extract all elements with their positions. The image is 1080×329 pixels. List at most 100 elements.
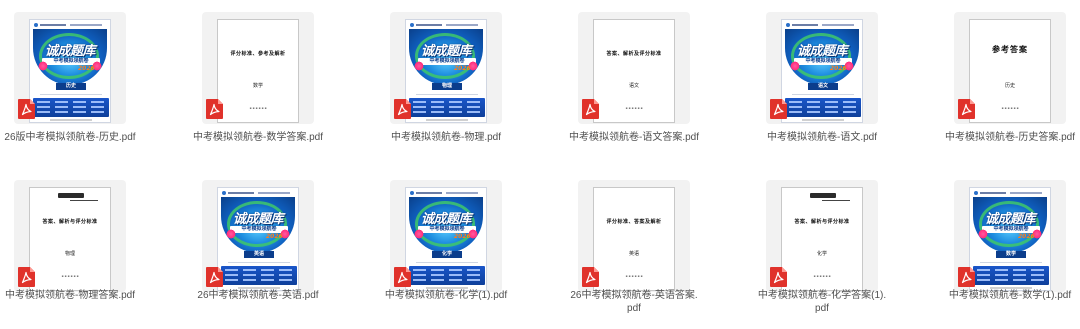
cover-year: 2026 [830, 65, 847, 72]
flower-decoration [38, 61, 48, 71]
answer-footer: ▪ ▪ ▪ ▪ ▪ ▪ [625, 106, 643, 110]
file-thumbnail[interactable]: 答案、解析与评分标准 物理 ▪ ▪ ▪ ▪ ▪ ▪ [14, 180, 126, 292]
cover-subject: 物理 [432, 83, 462, 90]
publisher-tagline [822, 200, 850, 201]
cover-divider [792, 94, 854, 95]
pdf-icon [206, 267, 223, 287]
answer-subject: 化学 [816, 251, 827, 257]
answer-subject: 历史 [1004, 83, 1015, 89]
pdf-icon [394, 267, 411, 287]
pdf-icon [582, 267, 599, 287]
file-thumbnail[interactable]: 诚成题库 中考模拟领航卷 2026 历史 [14, 12, 126, 124]
pdf-icon [206, 99, 223, 119]
pdf-icon [958, 99, 975, 119]
cover-brand: 诚成题库 [44, 44, 96, 59]
file-name[interactable]: 26中考模拟领航卷-英语.pdf [168, 289, 348, 302]
answer-footer: ▪ ▪ ▪ ▪ ▪ ▪ [249, 106, 267, 110]
cover-divider [980, 262, 1042, 263]
cover-feature-band [973, 266, 1049, 285]
file-thumbnail[interactable]: 诚成题库 中考模拟领航卷 2026 物理 [390, 12, 502, 124]
file-thumbnail[interactable]: 答案、解析及评分标准 语文 ▪ ▪ ▪ ▪ ▪ ▪ [578, 12, 690, 124]
cover-subject: 历史 [56, 83, 86, 90]
flower-decoration [790, 61, 800, 71]
document-preview: 评分标准、参考及解析 数学 ▪ ▪ ▪ ▪ ▪ ▪ [217, 19, 299, 123]
file-name[interactable]: 中考模拟领航卷-语文.pdf [732, 131, 912, 144]
document-preview: 答案、解析及评分标准 语文 ▪ ▪ ▪ ▪ ▪ ▪ [593, 19, 675, 123]
file-name[interactable]: 中考模拟领航卷-数学答案.pdf [168, 131, 348, 144]
file-name[interactable]: 26版中考模拟领航卷-历史.pdf [0, 131, 160, 144]
answer-footer: ▪ ▪ ▪ ▪ ▪ ▪ [1001, 106, 1019, 110]
document-preview: 答案、解析与评分标准 化学 ▪ ▪ ▪ ▪ ▪ ▪ [781, 187, 863, 291]
cover-feature-band [409, 98, 485, 117]
pdf-icon [394, 99, 411, 119]
cover-year: 2026 [1018, 233, 1035, 240]
file-thumbnail[interactable]: 参考答案历史 ▪ ▪ ▪ ▪ ▪ ▪ [954, 12, 1066, 124]
cover-header-logos [786, 23, 860, 27]
document-preview: 答案、解析与评分标准 物理 ▪ ▪ ▪ ▪ ▪ ▪ [29, 187, 111, 291]
cover-header-logos [410, 191, 484, 195]
pdf-icon [770, 99, 787, 119]
file-thumbnail[interactable]: 评分标准、答案及解析 英语 ▪ ▪ ▪ ▪ ▪ ▪ [578, 180, 690, 292]
flower-decoration [414, 229, 424, 239]
cover-divider [416, 94, 478, 95]
file-name[interactable]: 中考模拟领航卷-化学答案(1).pdf [757, 289, 887, 315]
document-preview: 诚成题库 中考模拟领航卷 2026 化学 [405, 187, 487, 291]
answer-subject: 数学 [252, 83, 263, 89]
cover-feature-band [221, 266, 297, 285]
file-name[interactable]: 中考模拟领航卷-历史答案.pdf [920, 131, 1080, 144]
pdf-icon [18, 99, 35, 119]
cover-publisher [426, 119, 468, 121]
answer-footer: ▪ ▪ ▪ ▪ ▪ ▪ [813, 274, 831, 278]
file-name[interactable]: 26中考模拟领航卷-英语答案.pdf [569, 289, 699, 315]
cover-subject: 化学 [432, 251, 462, 258]
pdf-icon [582, 99, 599, 119]
document-preview: 诚成题库 中考模拟领航卷 2026 数学 [969, 187, 1051, 291]
document-preview: 评分标准、答案及解析 英语 ▪ ▪ ▪ ▪ ▪ ▪ [593, 187, 675, 291]
file-thumbnail[interactable]: 诚成题库 中考模拟领航卷 2026 语文 [766, 12, 878, 124]
file-thumbnail[interactable]: 诚成题库 中考模拟领航卷 2026 数学 [954, 180, 1066, 292]
file-thumbnail[interactable]: 评分标准、参考及解析 数学 ▪ ▪ ▪ ▪ ▪ ▪ [202, 12, 314, 124]
document-preview: 诚成题库 中考模拟领航卷 2026 历史 [29, 19, 111, 123]
cover-subject: 数学 [996, 251, 1026, 258]
cover-brand: 诚成题库 [984, 212, 1036, 227]
cover-feature-band [33, 98, 109, 117]
answer-heading: 答案、解析及评分标准 [606, 51, 662, 57]
pdf-icon [958, 267, 975, 287]
file-thumbnail[interactable]: 诚成题库 中考模拟领航卷 2026 化学 [390, 180, 502, 292]
file-name[interactable]: 中考模拟领航卷-物理.pdf [356, 131, 536, 144]
cover-brand: 诚成题库 [420, 212, 472, 227]
cover-year: 2026 [266, 233, 283, 240]
pdf-icon [18, 267, 35, 287]
answer-heading: 参考答案 [992, 44, 1028, 54]
cover-header-logos [410, 23, 484, 27]
file-thumbnail[interactable]: 诚成题库 中考模拟领航卷 2026 英语 [202, 180, 314, 292]
publisher-logo [58, 193, 84, 198]
document-preview: 诚成题库 中考模拟领航卷 2026 物理 [405, 19, 487, 123]
pdf-icon [770, 267, 787, 287]
file-name[interactable]: 中考模拟领航卷-化学(1).pdf [356, 289, 536, 302]
file-name[interactable]: 中考模拟领航卷-物理答案.pdf [0, 289, 160, 302]
cover-header-logos [974, 191, 1048, 195]
cover-publisher [802, 119, 844, 121]
answer-subject: 物理 [64, 251, 75, 257]
cover-year: 2026 [78, 65, 95, 72]
flower-decoration [414, 61, 424, 71]
publisher-logo [810, 193, 836, 198]
document-preview: 诚成题库 中考模拟领航卷 2026 英语 [217, 187, 299, 291]
file-thumbnail[interactable]: 答案、解析与评分标准 化学 ▪ ▪ ▪ ▪ ▪ ▪ [766, 180, 878, 292]
answer-heading: 答案、解析与评分标准 [42, 219, 98, 225]
publisher-tagline [70, 200, 98, 201]
answer-footer: ▪ ▪ ▪ ▪ ▪ ▪ [61, 274, 79, 278]
cover-publisher [50, 119, 92, 121]
cover-brand: 诚成题库 [796, 44, 848, 59]
answer-heading: 评分标准、答案及解析 [606, 219, 662, 225]
file-name[interactable]: 中考模拟领航卷-语文答案.pdf [544, 131, 724, 144]
document-preview: 诚成题库 中考模拟领航卷 2026 语文 [781, 19, 863, 123]
file-grid: 诚成题库 中考模拟领航卷 2026 历史 26版中考模拟领航卷-历史.pdf 评分标准、参… [0, 0, 1080, 329]
file-name[interactable]: 中考模拟领航卷-数学(1).pdf [920, 289, 1080, 302]
cover-divider [228, 262, 290, 263]
answer-footer: ▪ ▪ ▪ ▪ ▪ ▪ [625, 274, 643, 278]
cover-subject: 语文 [808, 83, 838, 90]
answer-heading: 答案、解析与评分标准 [794, 219, 850, 225]
document-preview: 参考答案历史 ▪ ▪ ▪ ▪ ▪ ▪ [969, 19, 1051, 123]
